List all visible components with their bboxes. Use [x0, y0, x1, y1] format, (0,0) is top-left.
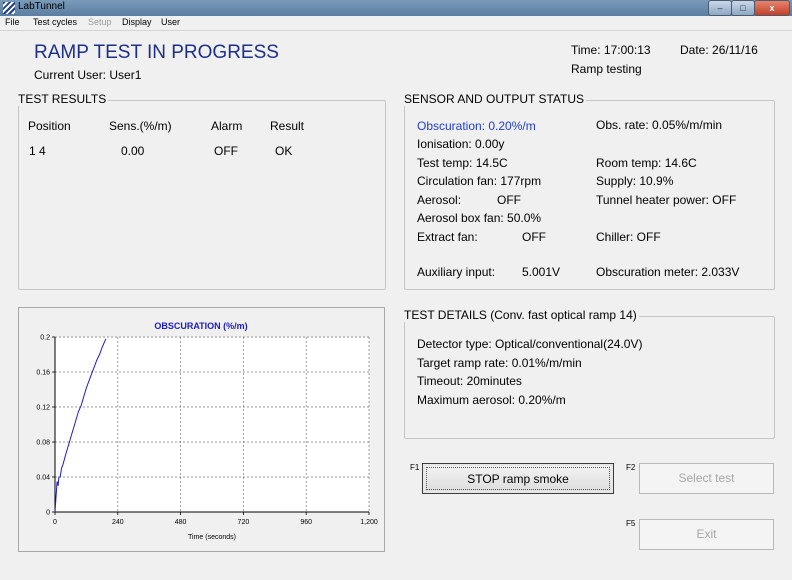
test-details-title: TEST DETAILS (Conv. fast optical ramp 14… — [402, 308, 639, 322]
f2-key-label: F2 — [626, 463, 636, 472]
column-header-result: Result — [270, 119, 305, 133]
timeout-value: Timeout: 20minutes — [417, 374, 522, 388]
app-logo-icon — [3, 2, 15, 14]
aerosol-value: OFF — [497, 193, 521, 207]
maximum-aerosol-value: Maximum aerosol: 0.20%/m — [417, 393, 566, 407]
chart-plot-area — [55, 337, 369, 512]
obscuration-chart-panel: OBSCURATION (%/m) Time (seconds) 0 240 480… — [18, 307, 385, 552]
extract-fan-value: OFF — [522, 230, 546, 244]
chart-x-tick-label: 240 — [112, 519, 124, 526]
auxiliary-input-value: 5.001V — [522, 265, 561, 279]
extract-fan-label: Extract fan: — [417, 230, 478, 244]
chart-y-tick-label: 0.16 — [36, 370, 50, 377]
result-sens: 0.00 — [121, 144, 145, 158]
current-user-label: Current User: User1 — [34, 68, 142, 82]
obscuration-value: Obscuration: 0.20%/m — [417, 119, 536, 133]
menu-test-cycles[interactable]: Test cycles — [33, 17, 77, 27]
chart-y-tick-label: 0.08 — [36, 440, 50, 447]
chart-x-axis-label: Time (seconds) — [188, 534, 236, 541]
sensor-status-group: SENSOR AND OUTPUT STATUS Obscuration: 0.… — [402, 92, 775, 290]
test-temp-value: Test temp: 14.5C — [417, 156, 508, 170]
chart-y-tick-label: 0 — [46, 510, 50, 517]
test-results-title: TEST RESULTS — [16, 92, 109, 106]
f5-key-label: F5 — [626, 519, 636, 528]
stop-ramp-smoke-label: STOP ramp smoke — [426, 467, 610, 490]
chart-y-tick-label: 0.12 — [36, 405, 50, 412]
select-test-button[interactable]: Select test — [639, 463, 774, 494]
chiller-value: Chiller: OFF — [596, 230, 661, 244]
detector-type-value: Detector type: Optical/conventional(24.0… — [417, 337, 643, 351]
menu-file[interactable]: File — [5, 17, 20, 27]
obscuration-chart: OBSCURATION (%/m) Time (seconds) 0 240 480… — [36, 321, 378, 541]
window-title: LabTunnel — [18, 1, 65, 12]
chart-y-tick-label: 0.04 — [36, 475, 50, 482]
obscuration-meter-value: Obscuration meter: 2.033V — [596, 265, 740, 279]
menu-user[interactable]: User — [161, 17, 180, 27]
room-temp-value: Room temp: 14.6C — [596, 156, 697, 170]
chart-x-tick-label: 1,200 — [360, 519, 378, 526]
menu-display[interactable]: Display — [122, 17, 152, 27]
chart-x-tick-label: 960 — [300, 519, 312, 526]
chart-y-tick-label: 0.2 — [40, 335, 50, 342]
menu-setup[interactable]: Setup — [88, 17, 112, 27]
column-header-alarm: Alarm — [211, 119, 243, 133]
maximize-button[interactable]: □ — [731, 0, 755, 16]
chart-x-tick-label: 480 — [175, 519, 187, 526]
result-position: 1 4 — [29, 144, 46, 158]
test-details-group: TEST DETAILS (Conv. fast optical ramp 14… — [402, 308, 775, 439]
aerosol-box-fan-value: Aerosol box fan: 50.0% — [417, 211, 542, 225]
date-label: Date: 26/11/16 — [680, 43, 758, 57]
page-title: RAMP TEST IN PROGRESS — [34, 42, 279, 63]
aerosol-label: Aerosol: — [417, 193, 462, 207]
result-status: OK — [275, 144, 293, 158]
result-alarm: OFF — [214, 144, 238, 158]
column-header-sens: Sens.(%/m) — [109, 119, 172, 133]
circulation-fan-value: Circulation fan: 177rpm — [417, 174, 542, 188]
exit-button[interactable]: Exit — [639, 519, 774, 550]
stop-ramp-smoke-button[interactable]: STOP ramp smoke — [422, 463, 614, 494]
minimize-button[interactable]: – — [708, 0, 732, 16]
supply-value: Supply: 10.9% — [596, 174, 674, 188]
auxiliary-input-label: Auxiliary input: — [417, 265, 496, 279]
chart-x-tick-label: 0 — [53, 519, 57, 526]
chart-title: OBSCURATION (%/m) — [154, 321, 247, 331]
test-results-group: TEST RESULTS Position Sens.(%/m) Alarm R… — [16, 92, 386, 290]
target-ramp-rate-value: Target ramp rate: 0.01%/m/min — [417, 356, 582, 370]
f1-key-label: F1 — [410, 463, 420, 472]
menu-bar: File Test cycles Setup Display User — [0, 16, 792, 31]
status-label: Ramp testing — [571, 62, 642, 76]
ionisation-value: Ionisation: 0.00y — [417, 137, 505, 151]
chart-x-tick-label: 720 — [238, 519, 250, 526]
time-label: Time: 17:00:13 — [571, 43, 651, 57]
column-header-position: Position — [28, 119, 71, 133]
close-button[interactable]: x — [754, 0, 790, 16]
sensor-status-title: SENSOR AND OUTPUT STATUS — [402, 92, 587, 106]
obs-rate-value: Obs. rate: 0.05%/m/min — [596, 118, 723, 132]
title-bar: LabTunnel – □ x — [0, 0, 792, 16]
tunnel-heater-value: Tunnel heater power: OFF — [596, 193, 737, 207]
